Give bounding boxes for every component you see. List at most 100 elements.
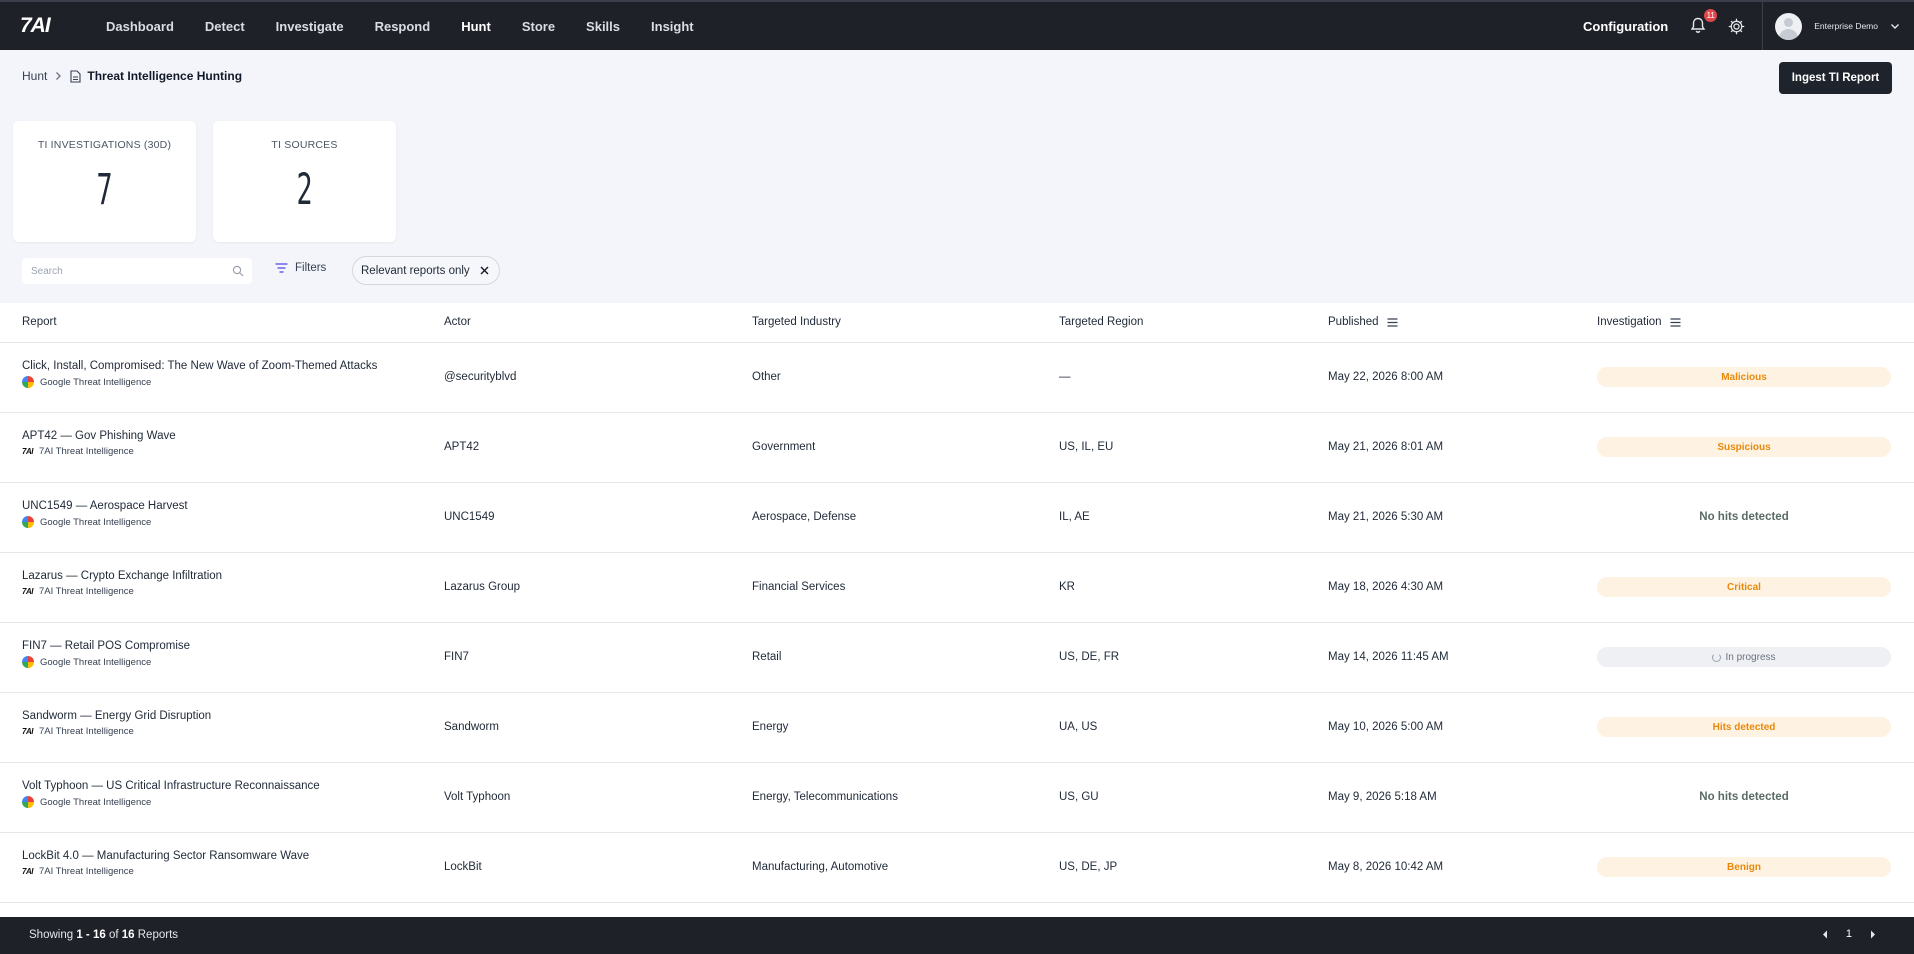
table-row[interactable]: Click, Install, Compromised: The New Wav… (0, 343, 1914, 413)
pager: 1 (1822, 928, 1876, 940)
avatar (1775, 12, 1803, 40)
source-name: 7AI Threat Intelligence (38, 446, 134, 457)
status-badge[interactable]: No hits detected (1597, 787, 1891, 807)
report-title[interactable]: FIN7 — Retail POS Compromise (22, 640, 190, 652)
status-text: In progress (1725, 651, 1776, 663)
report-source: Google Threat Intelligence (22, 796, 320, 808)
breadcrumb: Hunt Threat Intelligence Hunting (22, 69, 242, 83)
report-title[interactable]: UNC1549 — Aerospace Harvest (22, 500, 188, 512)
published-cell: May 8, 2026 10:42 AM (1328, 861, 1444, 873)
nav-item-dashboard[interactable]: Dashboard (106, 19, 174, 34)
status-text: Benign (1727, 861, 1761, 873)
breadcrumb-hunt-link[interactable]: Hunt (22, 69, 47, 83)
summary-of: of (108, 929, 119, 941)
published-cell: May 22, 2026 8:00 AM (1328, 371, 1444, 383)
table-row[interactable]: FIN7 — Retail POS Compromise Google Threa… (0, 623, 1914, 693)
chevron-left-icon[interactable] (1822, 930, 1828, 939)
table-row[interactable]: APT42 — Gov Phishing Wave 7AI 7AI Threat I… (0, 413, 1914, 483)
gear-icon[interactable] (1728, 18, 1745, 35)
status-badge[interactable]: In progress (1597, 647, 1891, 667)
table-row[interactable]: Lazarus — Crypto Exchange Infiltration 7A… (0, 553, 1914, 623)
app-logo[interactable]: 7AI (20, 14, 74, 38)
actor-cell: APT42 (444, 441, 480, 453)
region-cell: — (1059, 371, 1071, 383)
current-page[interactable]: 1 (1846, 928, 1852, 940)
stat-value: 2 (296, 165, 313, 215)
report-title[interactable]: LockBit 4.0 — Manufacturing Sector Ranso… (22, 850, 309, 862)
nav-item-skills[interactable]: Skills (586, 19, 620, 34)
reports-table: Report Actor Targeted Industry Targeted … (0, 303, 1914, 917)
industry-cell: Retail (752, 651, 782, 663)
industry-cell: Manufacturing, Automotive (752, 861, 889, 873)
column-header-published[interactable]: Published (1328, 316, 1398, 328)
report-title[interactable]: Volt Typhoon — US Critical Infrastructur… (22, 780, 320, 792)
status-text: No hits detected (1699, 511, 1789, 523)
region-cell: US, DE, JP (1059, 861, 1118, 873)
status-badge[interactable]: Malicious (1597, 367, 1891, 387)
nav-item-respond[interactable]: Respond (375, 19, 431, 34)
report-title[interactable]: Sandworm — Energy Grid Disruption (22, 710, 211, 722)
published-cell: May 14, 2026 11:45 AM (1328, 651, 1449, 663)
investigation-cell: Hits detected (1597, 717, 1891, 737)
user-menu[interactable]: Enterprise Demo (1762, 2, 1914, 50)
7ai-icon: 7AI (22, 727, 33, 736)
top-navigation-bar: 7AI Dashboard Detect Investigate Respond… (0, 0, 1914, 50)
status-badge[interactable]: No hits detected (1597, 507, 1891, 527)
nav-item-store[interactable]: Store (522, 19, 555, 34)
nav-item-hunt[interactable]: Hunt (461, 19, 491, 34)
table-header: Report Actor Targeted Industry Targeted … (0, 303, 1914, 343)
stat-label: TI SOURCES (271, 139, 338, 151)
close-icon[interactable] (480, 266, 489, 275)
status-badge[interactable]: Hits detected (1597, 717, 1891, 737)
status-badge[interactable]: Critical (1597, 577, 1891, 597)
industry-cell: Energy (752, 721, 789, 733)
stat-card-ti-sources: TI SOURCES 2 (213, 121, 396, 242)
column-header-report[interactable]: Report (22, 316, 57, 328)
nav-item-detect[interactable]: Detect (205, 19, 245, 34)
column-menu-icon[interactable] (1387, 317, 1398, 327)
google-ti-icon (22, 376, 34, 388)
column-header-industry[interactable]: Targeted Industry (752, 316, 841, 328)
status-badge[interactable]: Suspicious (1597, 437, 1891, 457)
filter-chip-relevant: Relevant reports only (352, 256, 500, 285)
nav-item-investigate[interactable]: Investigate (276, 19, 344, 34)
chevron-right-icon[interactable] (1870, 930, 1876, 939)
report-title[interactable]: Lazarus — Crypto Exchange Infiltration (22, 570, 222, 582)
search-input[interactable] (22, 265, 232, 277)
published-cell: May 18, 2026 4:30 AM (1328, 581, 1444, 593)
report-title[interactable]: APT42 — Gov Phishing Wave (22, 430, 176, 442)
search-icon (232, 265, 244, 277)
filters-button[interactable]: Filters (275, 262, 326, 274)
region-cell: KR (1059, 581, 1075, 593)
industry-cell: Other (752, 371, 781, 383)
table-row[interactable]: LockBit 4.0 — Manufacturing Sector Ranso… (0, 833, 1914, 903)
table-row[interactable]: Sandworm — Energy Grid Disruption 7AI 7AI … (0, 693, 1914, 763)
column-header-region[interactable]: Targeted Region (1059, 316, 1143, 328)
report-cell: LockBit 4.0 — Manufacturing Sector Ranso… (22, 850, 309, 877)
notifications-button[interactable]: 11 (1690, 9, 1718, 35)
actor-cell: LockBit (444, 861, 482, 873)
table-row[interactable]: UNC1549 — Aerospace Harvest Google Threat… (0, 483, 1914, 553)
7ai-icon: 7AI (22, 587, 33, 596)
report-cell: Sandworm — Energy Grid Disruption 7AI 7AI … (22, 710, 211, 737)
investigation-cell: Critical (1597, 577, 1891, 597)
ingest-ti-report-button[interactable]: Ingest TI Report (1779, 62, 1892, 94)
pagination-footer: Showing 1 - 16 of 16 Reports 1 (0, 917, 1914, 954)
table-row[interactable]: Volt Typhoon — US Critical Infrastructur… (0, 763, 1914, 833)
configuration-link[interactable]: Configuration (1583, 19, 1668, 34)
source-name: 7AI Threat Intelligence (38, 586, 134, 597)
summary-suffix: Reports (137, 929, 179, 941)
nav-item-insight[interactable]: Insight (651, 19, 694, 34)
actor-cell: @securityblvd (444, 371, 517, 383)
document-icon (70, 69, 81, 83)
column-header-actor[interactable]: Actor (444, 316, 471, 328)
column-header-investigation[interactable]: Investigation (1597, 316, 1681, 328)
report-source: 7AI 7AI Threat Intelligence (22, 866, 309, 877)
report-title[interactable]: Click, Install, Compromised: The New Wav… (22, 360, 377, 372)
column-menu-icon[interactable] (1670, 317, 1681, 327)
summary-total: 16 (121, 929, 135, 941)
spinner-icon (1712, 652, 1722, 662)
logo-text: 7AI (22, 727, 33, 736)
status-badge[interactable]: Benign (1597, 857, 1891, 877)
investigation-cell: No hits detected (1597, 787, 1891, 807)
